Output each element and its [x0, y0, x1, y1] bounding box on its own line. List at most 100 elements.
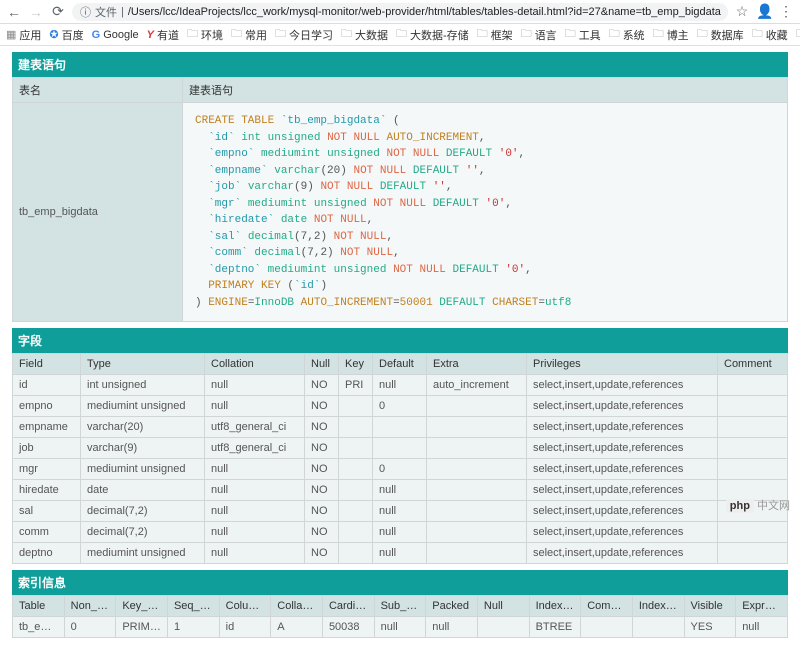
folder-icon: 🗀: [752, 25, 763, 44]
table-cell: mediumint unsigned: [81, 459, 205, 480]
table-row: hiredatedatenullNOnullselect,insert,upda…: [13, 480, 788, 501]
bookmark-item[interactable]: 🗀常用: [231, 25, 267, 44]
index-header: Packed: [426, 596, 478, 617]
table-cell: null: [374, 617, 426, 638]
bookmark-item[interactable]: 🗀框架: [477, 25, 513, 44]
table-cell: [373, 438, 427, 459]
table-cell: null: [205, 543, 305, 564]
fields-header: Privileges: [527, 354, 718, 375]
table-cell: NO: [305, 375, 339, 396]
table-cell: YES: [684, 617, 736, 638]
table-cell: select,insert,update,references: [527, 417, 718, 438]
index-header: Key_name: [116, 596, 168, 617]
table-cell: select,insert,update,references: [527, 459, 718, 480]
table-cell: [427, 543, 527, 564]
table-cell: utf8_general_ci: [205, 417, 305, 438]
bookmark-item[interactable]: 🗀已看过的专栏: [796, 25, 800, 44]
star-icon[interactable]: ☆: [734, 3, 750, 20]
bookmark-item[interactable]: 🗀大数据: [341, 25, 388, 44]
fields-table: FieldTypeCollationNullKeyDefaultExtraPri…: [12, 353, 788, 564]
url-text: /Users/lcc/IdeaProjects/lcc_work/mysql-m…: [128, 6, 721, 18]
table-cell: mediumint unsigned: [81, 396, 205, 417]
table-cell: NO: [305, 501, 339, 522]
table-cell: int unsigned: [81, 375, 205, 396]
bookmark-item[interactable]: 🗀今日学习: [275, 25, 333, 44]
table-cell: null: [373, 375, 427, 396]
folder-icon: 🗀: [396, 25, 407, 44]
bookmark-item[interactable]: GGoogle: [92, 29, 139, 41]
bookmark-item[interactable]: 🗀大数据-存储: [396, 25, 469, 44]
table-cell: [581, 617, 633, 638]
table-cell: null: [373, 480, 427, 501]
table-cell: null: [373, 543, 427, 564]
table-cell: select,insert,update,references: [527, 501, 718, 522]
user-icon[interactable]: 👤: [756, 3, 772, 20]
table-cell: select,insert,update,references: [527, 375, 718, 396]
table-cell: id: [219, 617, 271, 638]
table-cell: [339, 522, 373, 543]
fields-header: Extra: [427, 354, 527, 375]
browser-nav-bar: ← → ⟳ ⓘ 文件 | /Users/lcc/IdeaProjects/lcc…: [0, 0, 800, 24]
apps-button[interactable]: ▦应用: [6, 27, 41, 43]
table-cell: mediumint unsigned: [81, 543, 205, 564]
ddl-header-sql: 建表语句: [183, 78, 788, 103]
table-cell: comm: [13, 522, 81, 543]
table-cell: null: [205, 375, 305, 396]
reload-icon[interactable]: ⟳: [50, 3, 66, 20]
bookmark-item[interactable]: ✪百度: [49, 27, 83, 43]
table-cell: [718, 375, 788, 396]
folder-icon: 🗀: [565, 25, 576, 44]
folder-icon: 🗀: [275, 25, 286, 44]
table-cell: [427, 459, 527, 480]
indexes-table: TableNon_uniqueKey_nameSeq_in_indexColum…: [12, 595, 788, 638]
table-cell: [718, 522, 788, 543]
table-cell: PRIMARY: [116, 617, 168, 638]
bookmark-item[interactable]: 🗀环境: [187, 25, 223, 44]
bookmark-item[interactable]: 🗀数据库: [697, 25, 744, 44]
section-fields-title: 字段: [12, 328, 788, 353]
bookmark-item[interactable]: Y有道: [147, 27, 179, 43]
section-ddl-title: 建表语句: [12, 52, 788, 77]
table-cell: utf8_general_ci: [205, 438, 305, 459]
forward-icon[interactable]: →: [28, 4, 44, 20]
index-header: Column_name: [219, 596, 271, 617]
bookmark-item[interactable]: 🗀语言: [521, 25, 557, 44]
table-cell: [427, 417, 527, 438]
index-header: Cardinality: [322, 596, 374, 617]
table-cell: job: [13, 438, 81, 459]
table-cell: PRI: [339, 375, 373, 396]
grid-icon: ▦: [6, 28, 16, 41]
folder-icon: 🗀: [231, 25, 242, 44]
fields-header: Default: [373, 354, 427, 375]
table-cell: null: [426, 617, 478, 638]
table-cell: select,insert,update,references: [527, 543, 718, 564]
back-icon[interactable]: ←: [6, 4, 22, 20]
bookmarks-bar: ▦应用 ✪百度 GGoogle Y有道 🗀环境 🗀常用 🗀今日学习 🗀大数据 🗀…: [0, 24, 800, 46]
index-header: Collation: [271, 596, 323, 617]
bookmark-item[interactable]: 🗀收藏: [752, 25, 788, 44]
table-row: saldecimal(7,2)nullNOnullselect,insert,u…: [13, 501, 788, 522]
bookmark-item[interactable]: 🗀工具: [565, 25, 601, 44]
table-cell: 1: [167, 617, 219, 638]
fields-header: Comment: [718, 354, 788, 375]
address-bar[interactable]: ⓘ 文件 | /Users/lcc/IdeaProjects/lcc_work/…: [72, 3, 728, 21]
bookmark-item[interactable]: 🗀系统: [609, 25, 645, 44]
table-cell: [427, 480, 527, 501]
table-cell: [339, 396, 373, 417]
index-header: Index_comment: [632, 596, 684, 617]
menu-icon[interactable]: ⋮: [778, 3, 794, 20]
table-cell: [718, 459, 788, 480]
table-cell: [477, 617, 529, 638]
table-cell: NO: [305, 459, 339, 480]
table-cell: [718, 501, 788, 522]
ddl-table-name: tb_emp_bigdata: [13, 103, 183, 322]
table-cell: null: [373, 522, 427, 543]
table-cell: [718, 396, 788, 417]
table-cell: [427, 522, 527, 543]
table-cell: [427, 438, 527, 459]
table-row: jobvarchar(9)utf8_general_ciNOselect,ins…: [13, 438, 788, 459]
fields-header: Field: [13, 354, 81, 375]
index-header: Visible: [684, 596, 736, 617]
bookmark-item[interactable]: 🗀博主: [653, 25, 689, 44]
fields-header: Type: [81, 354, 205, 375]
